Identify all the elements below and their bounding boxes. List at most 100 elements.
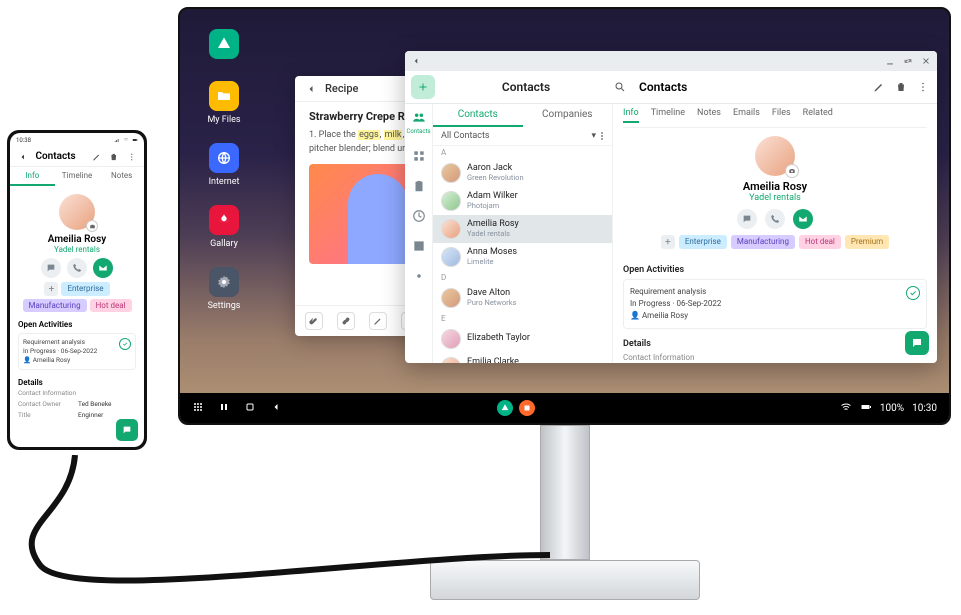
dock-item-settings[interactable]: Settings bbox=[194, 267, 254, 311]
tag[interactable]: Enterprise bbox=[61, 282, 109, 296]
recent-icon[interactable] bbox=[218, 401, 230, 416]
clock: 10:30 bbox=[912, 403, 937, 414]
fab-button[interactable] bbox=[905, 331, 929, 355]
field-label: Title bbox=[18, 411, 78, 419]
email-button[interactable] bbox=[93, 258, 113, 278]
tab-timeline[interactable]: Timeline bbox=[55, 167, 100, 186]
complete-check-icon[interactable] bbox=[119, 338, 131, 350]
chat-button[interactable] bbox=[737, 209, 757, 229]
battery-icon bbox=[860, 401, 872, 416]
section-details: Details bbox=[18, 378, 136, 387]
contacts-window[interactable]: Contacts Contacts Contacts Contac bbox=[405, 51, 937, 363]
minimize-icon[interactable] bbox=[885, 56, 895, 66]
activity-card[interactable]: Requirement analysis In Progress · 06-Se… bbox=[18, 333, 136, 370]
camera-icon[interactable] bbox=[785, 164, 799, 178]
contact-company[interactable]: Yadel rentals bbox=[623, 193, 927, 203]
avatar[interactable] bbox=[59, 194, 95, 230]
dock-item-app[interactable] bbox=[194, 29, 254, 63]
nav-rail: Contacts bbox=[405, 104, 433, 363]
detail-heading: Contacts bbox=[629, 80, 873, 94]
taskbar-app-icon[interactable] bbox=[519, 400, 535, 416]
fab-button[interactable] bbox=[116, 419, 138, 441]
tag[interactable]: Enterprise bbox=[679, 235, 727, 249]
chat-button[interactable] bbox=[41, 258, 61, 278]
dock-item-internet[interactable]: Internet bbox=[194, 143, 254, 187]
phone-tabs: Info Timeline Notes bbox=[10, 167, 144, 186]
contact-company[interactable]: Yadel rentals bbox=[18, 245, 136, 254]
contact-row[interactable]: Anna MosesLimelite bbox=[433, 243, 612, 271]
back-icon[interactable] bbox=[18, 152, 27, 162]
tag[interactable]: Hot deal bbox=[90, 299, 132, 312]
tag[interactable]: Manufacturing bbox=[731, 235, 795, 249]
contact-row[interactable]: Dave AltonPuro Networks bbox=[433, 284, 612, 312]
subtab-companies[interactable]: Companies bbox=[523, 104, 613, 127]
back-icon[interactable] bbox=[270, 401, 282, 416]
tab-info[interactable]: Info bbox=[623, 108, 639, 123]
filter-label: All Contacts bbox=[441, 131, 490, 141]
back-icon[interactable] bbox=[305, 83, 317, 95]
maximize-icon[interactable] bbox=[903, 56, 913, 66]
camera-icon[interactable] bbox=[86, 220, 98, 232]
tag[interactable]: Premium bbox=[845, 235, 889, 249]
tab-info[interactable]: Info bbox=[10, 167, 55, 186]
contact-hero: Ameilia Rosy Yadel rentals + Enterprise … bbox=[623, 128, 927, 255]
tab-emails[interactable]: Emails bbox=[733, 108, 760, 123]
signal-icon bbox=[114, 137, 120, 143]
window-toolbar: Contacts Contacts bbox=[405, 71, 937, 104]
home-icon[interactable] bbox=[244, 401, 256, 416]
tag[interactable]: Manufacturing bbox=[23, 299, 87, 312]
rail-building-icon[interactable] bbox=[410, 177, 428, 195]
rail-activity-icon[interactable] bbox=[410, 207, 428, 225]
add-tag-button[interactable]: + bbox=[661, 235, 675, 249]
search-icon[interactable] bbox=[611, 81, 629, 93]
tool-clip-icon[interactable] bbox=[305, 312, 323, 330]
rail-settings-icon[interactable] bbox=[410, 267, 428, 285]
activity-owner: Ameilia Rosy bbox=[33, 356, 70, 364]
edit-icon[interactable] bbox=[873, 81, 885, 93]
tag[interactable]: Hot deal bbox=[799, 235, 841, 249]
contact-row[interactable]: Ameilia RosyYadel rentals bbox=[433, 215, 612, 243]
contact-row[interactable]: Adam WilkerPhotojam bbox=[433, 187, 612, 215]
complete-check-icon[interactable] bbox=[906, 286, 920, 300]
tab-notes[interactable]: Notes bbox=[697, 108, 721, 123]
tool-link-icon[interactable] bbox=[337, 312, 355, 330]
tab-notes[interactable]: Notes bbox=[99, 167, 144, 186]
add-tag-button[interactable]: + bbox=[44, 282, 58, 296]
avatar[interactable] bbox=[755, 136, 795, 176]
activity-title: Requirement analysis bbox=[23, 338, 131, 347]
wifi-icon[interactable] bbox=[840, 401, 852, 416]
apps-icon[interactable] bbox=[192, 401, 204, 416]
contact-row[interactable]: Aaron JackGreen Revolution bbox=[433, 159, 612, 187]
filter-dropdown[interactable]: All Contacts ▾ bbox=[433, 127, 612, 146]
back-icon[interactable] bbox=[411, 56, 421, 66]
tab-related[interactable]: Related bbox=[803, 108, 833, 123]
more-icon[interactable] bbox=[917, 81, 929, 93]
call-button[interactable] bbox=[67, 258, 87, 278]
recipe-title: Recipe bbox=[325, 82, 358, 95]
subtab-contacts[interactable]: Contacts bbox=[433, 104, 523, 127]
add-button[interactable] bbox=[411, 75, 435, 99]
activity-card[interactable]: Requirement analysis In Progress · 06-Se… bbox=[623, 279, 927, 329]
more-icon[interactable] bbox=[127, 152, 136, 162]
tab-files[interactable]: Files bbox=[772, 108, 791, 123]
delete-icon[interactable] bbox=[109, 152, 118, 162]
contact-row[interactable]: Emilia ClarkeZylker bbox=[433, 353, 612, 363]
rail-contacts-icon[interactable] bbox=[410, 108, 428, 126]
edit-icon[interactable] bbox=[92, 152, 101, 162]
dock-item-files[interactable]: My Files bbox=[194, 81, 254, 125]
section-letter: D bbox=[433, 271, 612, 284]
activity-status: In Progress · 06-Sep-2022 bbox=[630, 298, 920, 310]
contact-row[interactable]: Elizabeth Taylor bbox=[433, 325, 612, 353]
dock-item-gallery[interactable]: Gallary bbox=[194, 205, 254, 249]
close-icon[interactable] bbox=[921, 56, 931, 66]
call-button[interactable] bbox=[765, 209, 785, 229]
delete-icon[interactable] bbox=[895, 81, 907, 93]
taskbar-app-icon[interactable] bbox=[497, 400, 513, 416]
tab-timeline[interactable]: Timeline bbox=[651, 108, 685, 123]
subsection-contact-info: Contact Information bbox=[623, 353, 927, 362]
tool-pencil-icon[interactable] bbox=[369, 312, 387, 330]
rail-pipeline-icon[interactable] bbox=[410, 147, 428, 165]
dock-label: Internet bbox=[209, 177, 240, 187]
email-button[interactable] bbox=[793, 209, 813, 229]
rail-dashboard-icon[interactable] bbox=[410, 237, 428, 255]
